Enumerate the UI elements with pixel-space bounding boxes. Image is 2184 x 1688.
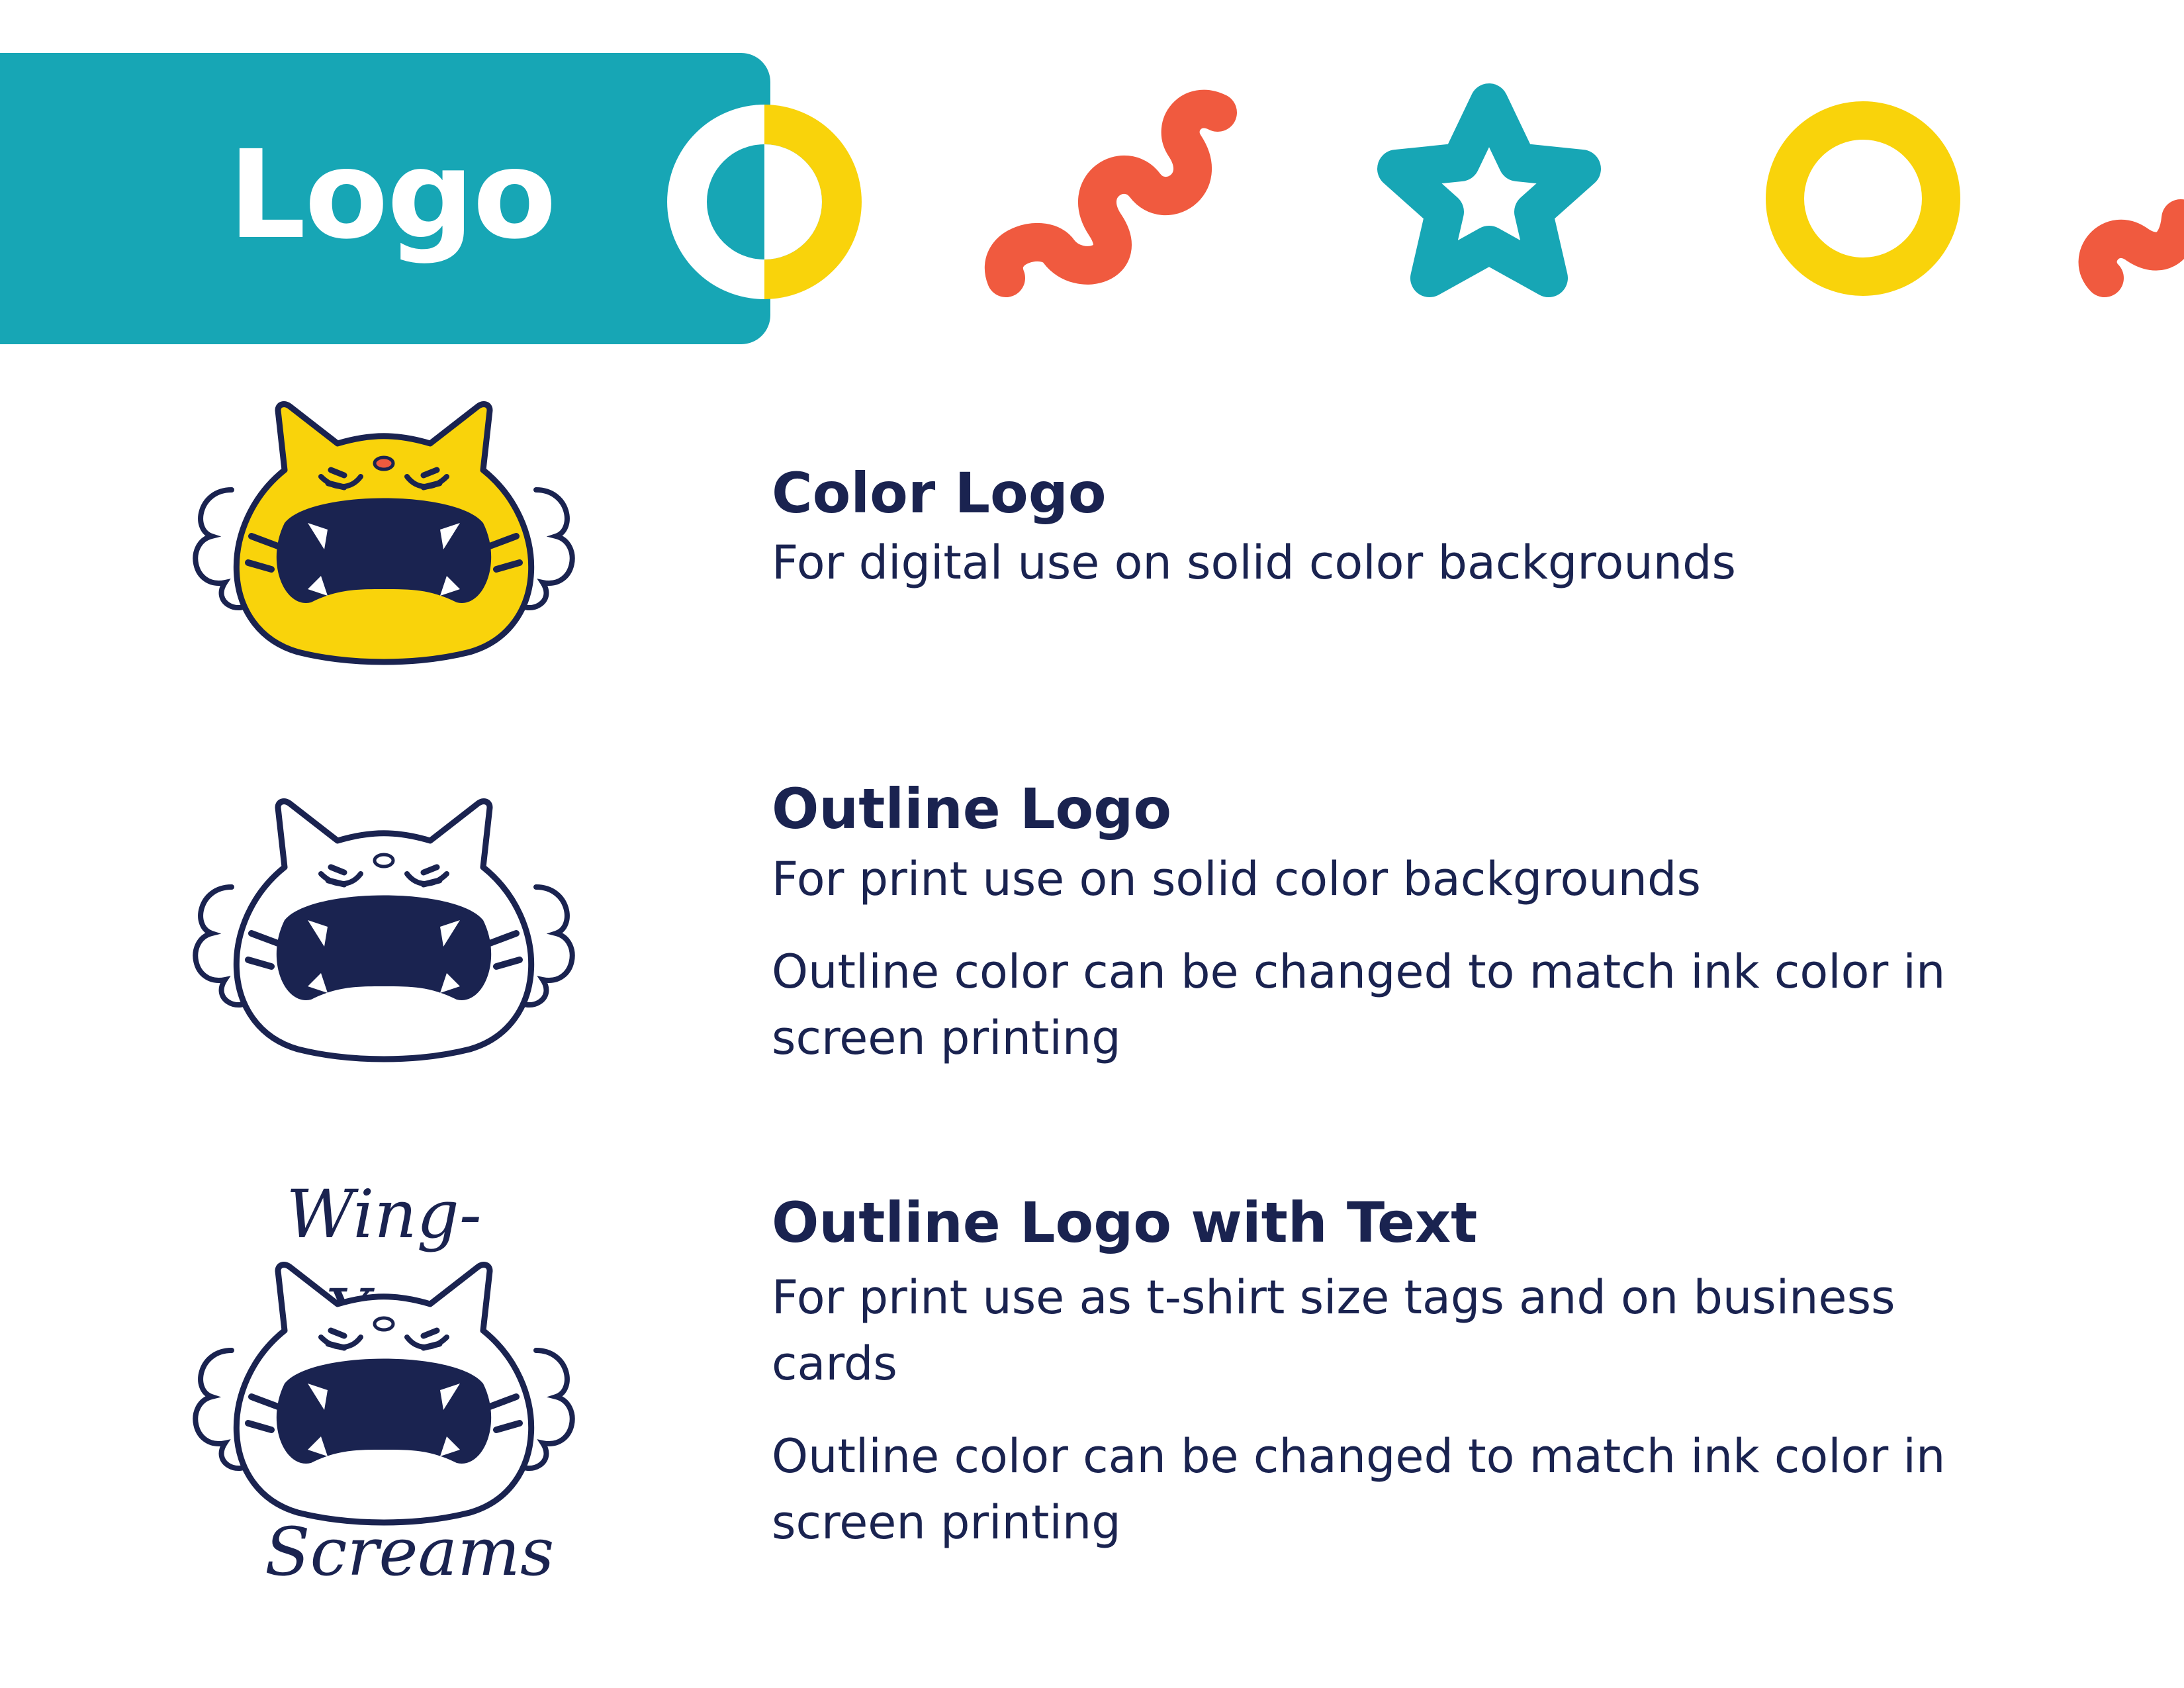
page-title: Logo (228, 124, 557, 266)
squiggle-edge-icon (2078, 199, 2184, 297)
tiger-outline-logo-icon (193, 798, 575, 1062)
section-note-outline-logo: Outline color can be changed to match in… (772, 945, 1946, 1065)
squiggle-icon (985, 89, 1237, 297)
section-title-outline-logo-with-text: Outline Logo with Text (772, 1190, 1478, 1255)
ring-icon (1766, 101, 1960, 296)
section-title-outline-logo: Outline Logo (772, 776, 1172, 841)
section-desc-outline-logo-with-text: For print use as t-shirt size tags and o… (772, 1270, 1895, 1391)
section-desc-outline-logo: For print use on solid color backgrounds (772, 852, 1701, 906)
section-note-outline-logo-with-text: Outline color can be changed to match in… (772, 1429, 1946, 1550)
half-circle-ring-icon (667, 105, 862, 299)
section-title-color-logo: Color Logo (772, 461, 1107, 526)
tiger-color-logo-icon (193, 401, 575, 665)
star-outline-icon (1377, 83, 1601, 297)
logo-text-bottom: Screams (265, 1513, 555, 1591)
section-desc-color-logo: For digital use on solid color backgroun… (772, 536, 1737, 590)
tiger-outline-logo-with-text-icon: Wing-Yee Screams (179, 1165, 589, 1602)
